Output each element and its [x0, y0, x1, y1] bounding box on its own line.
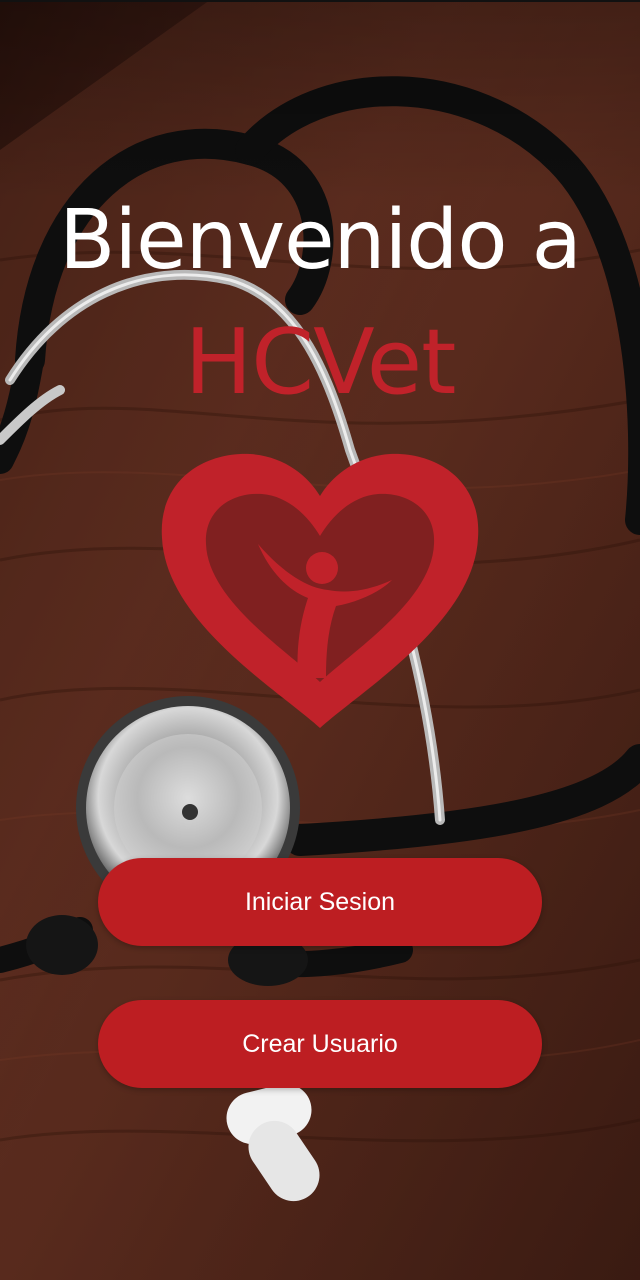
welcome-screen: Bienvenido a HCVet Iniciar Sesion Crear …: [0, 0, 640, 1280]
app-name-title: HCVet: [184, 310, 457, 415]
create-user-button[interactable]: Crear Usuario: [98, 1000, 542, 1088]
heart-person-logo-icon: [161, 453, 479, 728]
welcome-title: Bienvenido a: [59, 193, 582, 288]
login-button[interactable]: Iniciar Sesion: [98, 858, 542, 946]
status-bar-edge: [0, 0, 640, 2]
